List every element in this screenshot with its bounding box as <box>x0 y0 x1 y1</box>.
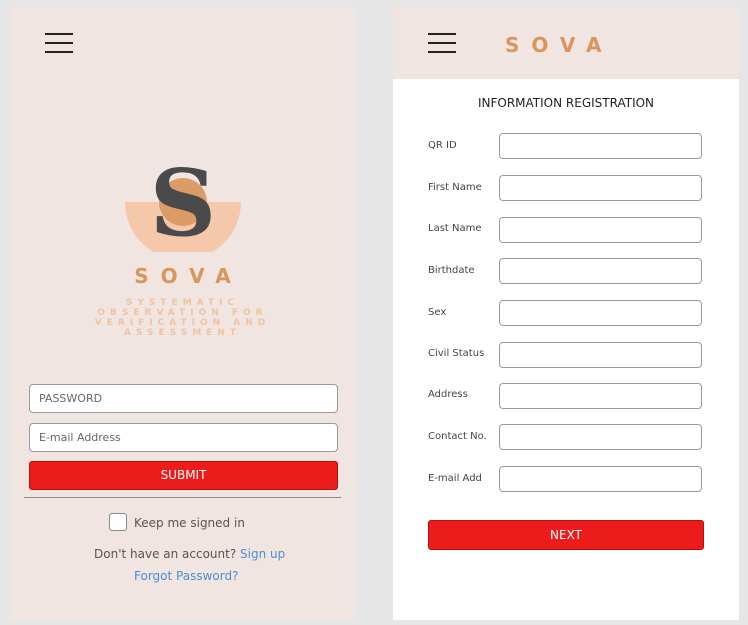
email-add-label: E-mail Add <box>428 473 482 484</box>
menu-icon[interactable] <box>45 33 73 55</box>
no-account-text: Don't have an account? <box>94 547 237 561</box>
first-name-field[interactable] <box>499 175 702 201</box>
civil-status-label: Civil Status <box>428 348 485 359</box>
login-screen: S SOVA SYSTEMATIC OBSERVATION FOR VERIFI… <box>10 7 355 620</box>
civil-status-field[interactable] <box>499 342 702 368</box>
divider <box>24 497 341 498</box>
tagline-line: ASSESSMENT <box>123 328 241 338</box>
birthdate-field[interactable] <box>499 258 702 284</box>
signup-prompt: Don't have an account? Sign up <box>94 547 285 561</box>
brand-name: SOVA <box>134 264 243 288</box>
brand-name: SOVA <box>505 33 614 57</box>
sex-label: Sex <box>428 307 447 318</box>
tagline-line: SYSTEMATIC <box>125 298 240 308</box>
email-add-field[interactable] <box>499 466 702 492</box>
menu-icon[interactable] <box>428 33 456 55</box>
forgot-password-link[interactable]: Forgot Password? <box>134 569 238 583</box>
contact-no-field[interactable] <box>499 424 702 450</box>
last-name-field[interactable] <box>499 217 702 243</box>
page-title: INFORMATION REGISTRATION <box>477 96 655 110</box>
sex-field[interactable] <box>499 300 702 326</box>
svg-text:S: S <box>150 157 216 252</box>
address-label: Address <box>428 389 468 400</box>
qr-id-label: QR ID <box>428 140 457 151</box>
registration-screen: SOVA INFORMATION REGISTRATION QR ID Firs… <box>393 7 739 620</box>
password-input[interactable] <box>29 384 338 413</box>
keep-signed-in-label: Keep me signed in <box>134 516 245 530</box>
birthdate-label: Birthdate <box>428 265 475 276</box>
tagline-line: OBSERVATION FOR <box>97 308 268 318</box>
first-name-label: First Name <box>428 182 482 193</box>
address-field[interactable] <box>499 383 702 409</box>
next-button[interactable]: NEXT <box>428 520 704 550</box>
header: SOVA <box>393 7 739 79</box>
submit-button[interactable]: SUBMIT <box>29 461 338 490</box>
last-name-label: Last Name <box>428 223 482 234</box>
qr-id-field[interactable] <box>499 133 702 159</box>
tagline: SYSTEMATIC OBSERVATION FOR VERIFICATION … <box>65 298 300 338</box>
signup-link[interactable]: Sign up <box>240 547 285 561</box>
keep-signed-in-checkbox[interactable] <box>109 513 127 531</box>
sova-logo: S <box>125 157 241 252</box>
email-input[interactable] <box>29 423 338 452</box>
tagline-line: VERIFICATION AND <box>94 318 271 328</box>
contact-no-label: Contact No. <box>428 431 487 442</box>
